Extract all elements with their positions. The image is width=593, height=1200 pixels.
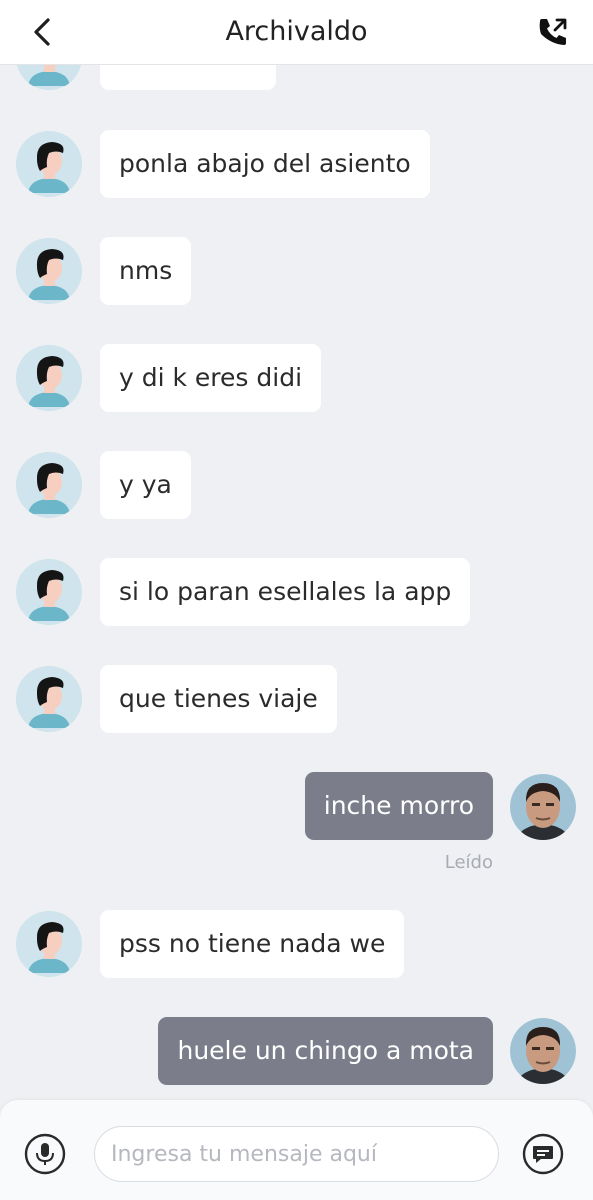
message-bubble-incoming[interactable]: que tienes viaje <box>100 665 337 733</box>
phone-outgoing-icon <box>539 18 567 45</box>
message-row: y di k eres didi <box>0 344 593 412</box>
read-receipt: Leído <box>444 852 493 873</box>
message-row: pss no tiene nada we <box>0 910 593 978</box>
message-row: si lo paran esellales la app <box>0 558 593 626</box>
message-row: ponla abajo del asiento <box>0 130 593 198</box>
message-bubble-incoming[interactable]: nms <box>100 237 192 305</box>
message-bubble-incoming[interactable]: y di k eres didi <box>100 344 322 412</box>
contact-avatar[interactable] <box>16 345 82 411</box>
contact-avatar[interactable] <box>16 238 82 304</box>
message-input[interactable] <box>94 1126 499 1182</box>
contact-avatar[interactable] <box>16 559 82 625</box>
message-row: inche morro Leído <box>0 772 593 882</box>
contact-avatar[interactable] <box>16 666 82 732</box>
chat-title: Archivaldo <box>225 16 368 47</box>
chat-thread[interactable]: ponla abajo del asiento nms y di k eres … <box>0 0 593 1100</box>
message-row: que tienes viaje <box>0 665 593 733</box>
user-avatar[interactable] <box>510 1018 576 1084</box>
quick-reply-button[interactable] <box>522 1133 564 1175</box>
contact-avatar[interactable] <box>16 131 82 197</box>
message-bubble-outgoing[interactable]: inche morro <box>304 772 493 840</box>
message-bubble-incoming[interactable]: si lo paran esellales la app <box>100 558 471 626</box>
message-icon <box>522 1133 564 1175</box>
message-row: nms <box>0 237 593 305</box>
message-row: huele un chingo a mota <box>0 1017 593 1087</box>
microphone-icon <box>24 1133 66 1175</box>
voice-message-button[interactable] <box>24 1133 66 1175</box>
chat-header: Archivaldo <box>0 0 593 65</box>
contact-avatar[interactable] <box>16 911 82 977</box>
user-avatar[interactable] <box>510 774 576 840</box>
contact-avatar[interactable] <box>16 452 82 518</box>
message-row: y ya <box>0 451 593 519</box>
message-bubble-outgoing[interactable]: huele un chingo a mota <box>158 1017 493 1085</box>
message-composer <box>0 1100 593 1200</box>
message-bubble-incoming[interactable]: y ya <box>100 451 191 519</box>
message-bubble-incoming[interactable]: pss no tiene nada we <box>100 910 405 978</box>
message-bubble-incoming[interactable]: ponla abajo del asiento <box>100 130 430 198</box>
call-button[interactable] <box>535 14 571 50</box>
